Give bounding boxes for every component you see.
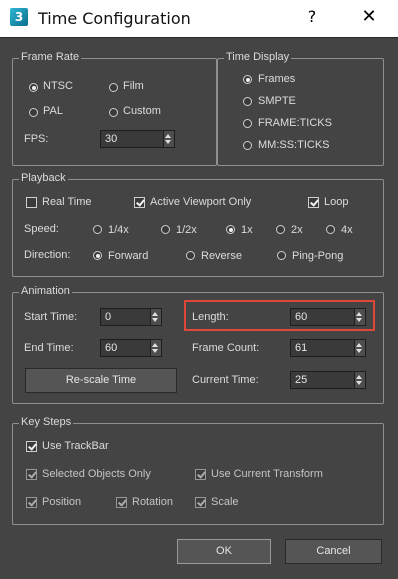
- start-time-spinner[interactable]: 0: [100, 308, 162, 326]
- fps-label: FPS:: [24, 133, 49, 145]
- speed-label: Speed:: [24, 223, 59, 235]
- checkbox-real-time[interactable]: [26, 197, 37, 208]
- current-time-value: 25: [295, 374, 308, 386]
- label-real-time: Real Time: [42, 196, 92, 208]
- label-speed-4x: 4x: [341, 224, 353, 236]
- label-position: Position: [42, 496, 82, 508]
- radio-mm-ss-ticks[interactable]: [243, 141, 252, 150]
- label-speed-quarter: 1/4x: [108, 224, 129, 236]
- label-rotation: Rotation: [132, 496, 173, 508]
- frame-count-down-icon[interactable]: [356, 349, 362, 353]
- length-up-icon[interactable]: [356, 312, 362, 316]
- radio-speed-half[interactable]: [161, 225, 170, 234]
- app-icon: 3: [10, 8, 28, 26]
- label-speed-2x: 2x: [291, 224, 303, 236]
- checkbox-use-trackbar[interactable]: [26, 441, 37, 452]
- label-custom: Custom: [123, 105, 161, 117]
- start-time-up-icon[interactable]: [152, 312, 158, 316]
- radio-speed-quarter[interactable]: [93, 225, 102, 234]
- length-spinner[interactable]: 60: [290, 308, 366, 326]
- start-time-label: Start Time:: [24, 311, 78, 323]
- window-title: Time Configuration: [38, 9, 191, 28]
- label-pal: PAL: [43, 105, 63, 117]
- radio-ntsc[interactable]: [29, 83, 38, 92]
- checkbox-scale[interactable]: [195, 497, 206, 508]
- checkbox-position[interactable]: [26, 497, 37, 508]
- ok-button[interactable]: OK: [177, 539, 271, 564]
- checkbox-loop[interactable]: [308, 197, 319, 208]
- checkbox-use-current-transform[interactable]: [195, 469, 206, 480]
- length-label: Length:: [192, 311, 229, 323]
- current-time-down-icon[interactable]: [356, 381, 362, 385]
- current-time-spinner[interactable]: 25: [290, 371, 366, 389]
- radio-forward[interactable]: [93, 251, 102, 260]
- radio-speed-1x[interactable]: [226, 225, 235, 234]
- radio-frames[interactable]: [243, 75, 252, 84]
- help-button[interactable]: ?: [298, 7, 326, 29]
- fps-spinner[interactable]: 30: [100, 130, 175, 148]
- frame-rate-legend: Frame Rate: [19, 51, 82, 63]
- label-speed-1x: 1x: [241, 224, 253, 236]
- radio-ping-pong[interactable]: [277, 251, 286, 260]
- current-time-up-icon[interactable]: [356, 375, 362, 379]
- label-film: Film: [123, 80, 144, 92]
- label-frames: Frames: [258, 73, 296, 85]
- label-ntsc: NTSC: [43, 80, 73, 92]
- label-active-viewport: Active Viewport Only: [150, 196, 252, 208]
- start-time-down-icon[interactable]: [152, 318, 158, 322]
- title-bar: 3 Time Configuration ? ✕: [0, 0, 398, 38]
- label-use-current-transform: Use Current Transform: [211, 468, 323, 480]
- direction-label: Direction:: [24, 249, 71, 261]
- label-forward: Forward: [108, 250, 149, 262]
- animation-legend: Animation: [19, 285, 72, 297]
- label-speed-half: 1/2x: [176, 224, 197, 236]
- radio-reverse[interactable]: [186, 251, 195, 260]
- label-scale: Scale: [211, 496, 239, 508]
- end-time-down-icon[interactable]: [152, 349, 158, 353]
- frame-count-up-icon[interactable]: [356, 343, 362, 347]
- time-display-legend: Time Display: [224, 51, 292, 63]
- label-loop: Loop: [324, 196, 349, 208]
- end-time-spinner[interactable]: 60: [100, 339, 162, 357]
- end-time-value: 60: [105, 342, 118, 354]
- fps-up-icon[interactable]: [165, 134, 171, 138]
- radio-smpte[interactable]: [243, 97, 252, 106]
- label-ping-pong: Ping-Pong: [292, 250, 344, 262]
- checkbox-selected-objects-only[interactable]: [26, 469, 37, 480]
- radio-film[interactable]: [109, 83, 118, 92]
- radio-speed-2x[interactable]: [276, 225, 285, 234]
- fps-value: 30: [105, 133, 118, 145]
- length-down-icon[interactable]: [356, 318, 362, 322]
- end-time-up-icon[interactable]: [152, 343, 158, 347]
- frame-count-label: Frame Count:: [192, 342, 260, 354]
- playback-legend: Playback: [19, 172, 68, 184]
- length-value: 60: [295, 311, 308, 323]
- label-smpte: SMPTE: [258, 95, 296, 107]
- radio-pal[interactable]: [29, 108, 38, 117]
- close-button[interactable]: ✕: [352, 6, 386, 30]
- current-time-label: Current Time:: [192, 374, 259, 386]
- label-frame-ticks: FRAME:TICKS: [258, 117, 332, 129]
- checkbox-active-viewport[interactable]: [134, 197, 145, 208]
- label-reverse: Reverse: [201, 250, 242, 262]
- start-time-value: 0: [105, 311, 112, 323]
- end-time-label: End Time:: [24, 342, 74, 354]
- checkbox-rotation[interactable]: [116, 497, 127, 508]
- label-mm-ss-ticks: MM:SS:TICKS: [258, 139, 330, 151]
- label-selected-objects-only: Selected Objects Only: [42, 468, 151, 480]
- radio-speed-4x[interactable]: [326, 225, 335, 234]
- cancel-button[interactable]: Cancel: [285, 539, 382, 564]
- radio-custom[interactable]: [109, 108, 118, 117]
- key-steps-legend: Key Steps: [19, 416, 74, 428]
- frame-count-spinner[interactable]: 61: [290, 339, 366, 357]
- rescale-time-button[interactable]: Re-scale Time: [25, 368, 177, 393]
- fps-down-icon[interactable]: [165, 140, 171, 144]
- frame-count-value: 61: [295, 342, 308, 354]
- label-use-trackbar: Use TrackBar: [42, 440, 109, 452]
- radio-frame-ticks[interactable]: [243, 119, 252, 128]
